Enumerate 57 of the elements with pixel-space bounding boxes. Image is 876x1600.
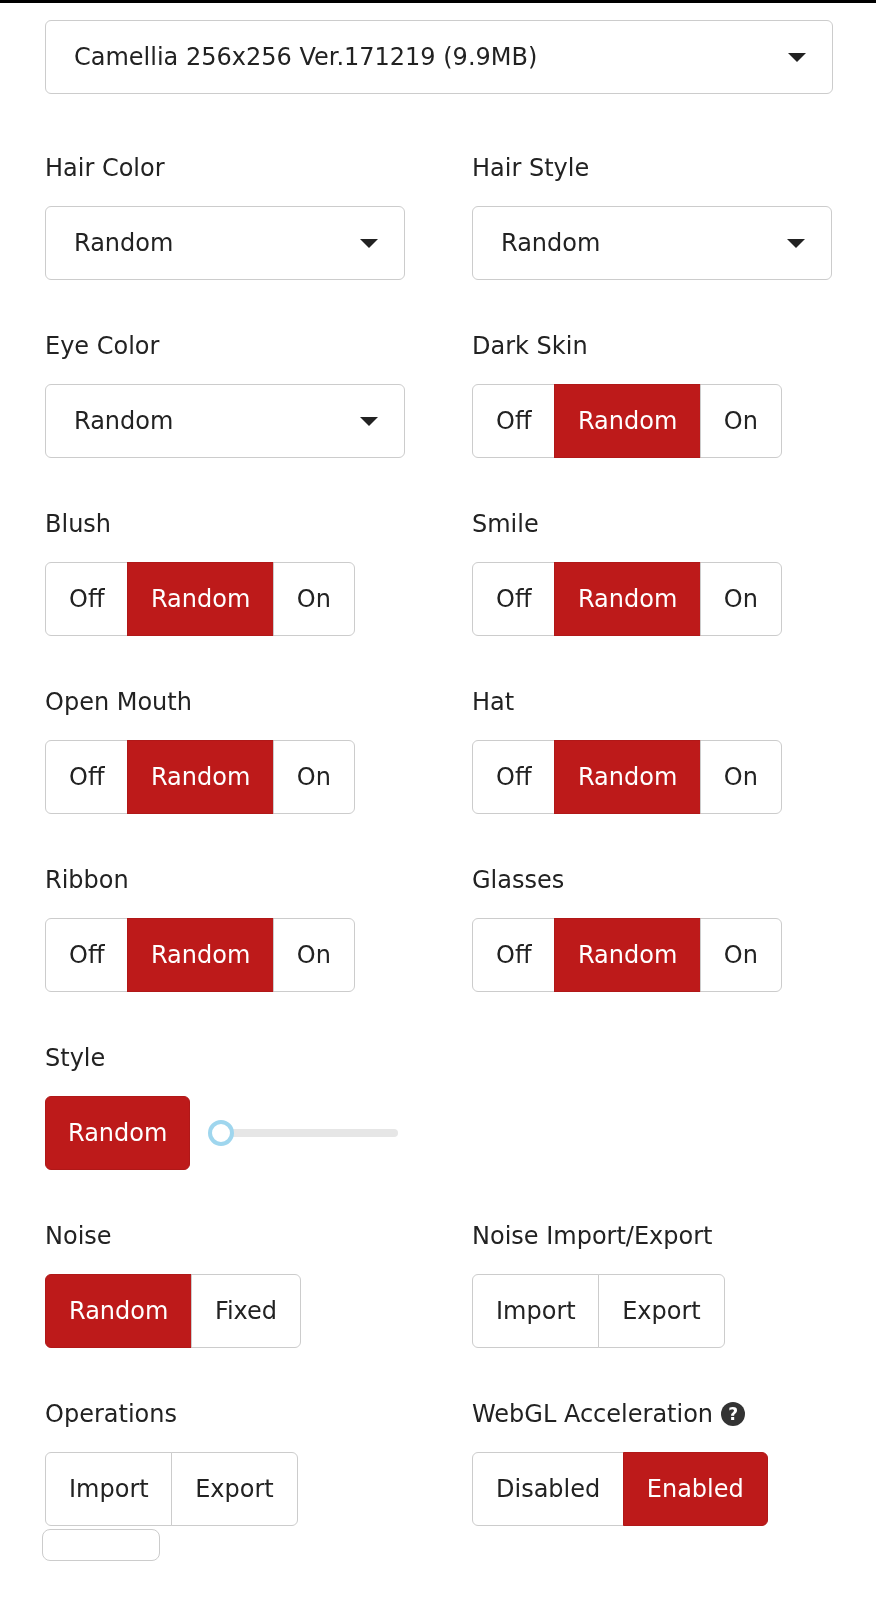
toggle-option[interactable]: Off (45, 918, 129, 992)
field-label: Noise (45, 1222, 112, 1250)
toggle-option[interactable]: Off (472, 740, 556, 814)
field-label: Ribbon (45, 866, 129, 894)
field-label: Glasses (472, 866, 565, 894)
toggle-option[interactable]: Random (45, 1274, 193, 1348)
toggle-option[interactable]: On (699, 384, 782, 458)
toggle-option[interactable]: On (699, 562, 782, 636)
toggle-option[interactable]: Off (45, 562, 129, 636)
help-icon[interactable]: ? (721, 1402, 746, 1426)
toggle-option[interactable]: Random (126, 562, 275, 636)
toggle-option[interactable]: On (272, 918, 355, 992)
toggle-option[interactable]: Random (126, 918, 275, 992)
partial-button[interactable] (42, 1529, 160, 1561)
toggle-option[interactable]: Export (171, 1452, 298, 1526)
toggle-option[interactable]: On (272, 562, 355, 636)
caret-icon (788, 52, 806, 62)
field-label: Noise Import/Export (472, 1222, 713, 1250)
field-label: Eye Color (45, 332, 160, 360)
field-label: Blush (45, 510, 112, 538)
field-label: Hair Color (45, 154, 165, 182)
toggle-option[interactable]: Enabled (622, 1452, 768, 1526)
caret-icon (360, 238, 378, 248)
toggle-option[interactable]: Export (598, 1274, 725, 1348)
caret-icon (360, 416, 378, 426)
field-label: Hat (472, 688, 515, 716)
toggle-option[interactable]: Off (472, 562, 556, 636)
toggle-option[interactable]: Off (472, 384, 556, 458)
field-label: Smile (472, 510, 539, 538)
toggle-option[interactable]: Disabled (472, 1452, 625, 1526)
toggle-option[interactable]: Random (553, 918, 702, 992)
toggle-option[interactable]: On (699, 740, 782, 814)
field-label: Style (45, 1044, 106, 1072)
toggle-option[interactable]: Off (472, 918, 556, 992)
toggle-option[interactable]: Import (45, 1452, 173, 1526)
toggle-option[interactable]: Random (126, 740, 275, 814)
toggle-option[interactable]: On (272, 740, 355, 814)
field-label: Open Mouth (45, 688, 192, 716)
dropdown[interactable]: Random (472, 206, 832, 280)
field-label: Dark Skin (472, 332, 588, 360)
slider[interactable] (208, 1120, 399, 1146)
field-label: Operations (45, 1400, 177, 1428)
toggle-option[interactable]: Random (553, 740, 702, 814)
toggle-option[interactable]: Random (45, 1096, 191, 1170)
toggle-option[interactable]: On (699, 918, 782, 992)
field-label: Hair Style (472, 154, 590, 182)
field-label: WebGL Acceleration (472, 1400, 714, 1428)
toggle-option[interactable]: Random (553, 562, 702, 636)
dropdown[interactable]: Camellia 256x256 Ver.171219 (9.9MB) (45, 20, 833, 94)
toggle-option[interactable]: Off (45, 740, 129, 814)
toggle-option[interactable]: Random (553, 384, 702, 458)
dropdown[interactable]: Random (45, 384, 405, 458)
slider-thumb[interactable] (208, 1120, 235, 1146)
toggle-option[interactable]: Import (472, 1274, 600, 1348)
caret-icon (787, 238, 805, 248)
toggle-option[interactable]: Fixed (190, 1274, 302, 1348)
dropdown[interactable]: Random (45, 206, 405, 280)
